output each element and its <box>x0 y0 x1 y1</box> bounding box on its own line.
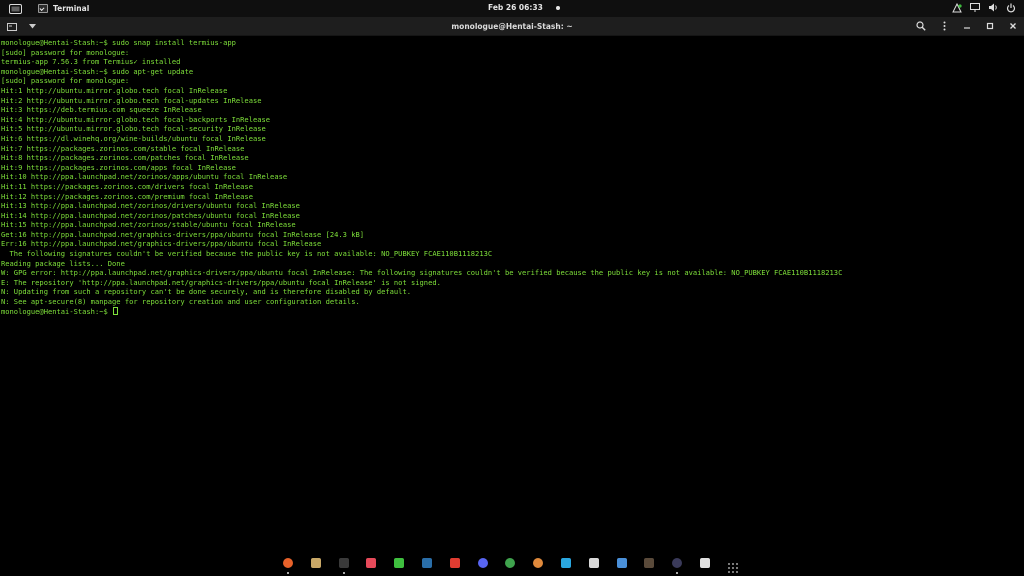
globe-icon[interactable] <box>502 555 518 571</box>
terminal-line: Hit:4 http://ubuntu.mirror.globo.tech fo… <box>1 114 271 124</box>
terminal-line: Hit:6 https://dl.winehq.org/wine-builds/… <box>1 133 266 143</box>
editor-glyph <box>560 558 571 568</box>
prompt-line[interactable]: monologue@Hentai-Stash:~$ <box>1 306 1024 317</box>
dock <box>280 554 741 574</box>
globe-glyph <box>505 558 516 568</box>
anydesk-glyph <box>449 558 460 568</box>
terminal-line: Hit:2 http://ubuntu.mirror.globo.tech fo… <box>1 95 262 105</box>
app-name: Terminal <box>53 4 90 13</box>
new-tab-icon[interactable] <box>7 21 17 31</box>
software-store-icon[interactable] <box>363 555 379 571</box>
terminal-line: E: The repository 'http://ppa.launchpad.… <box>1 277 441 287</box>
terminal-glyph <box>338 558 349 568</box>
terminal-line: Err:16 http://ppa.launchpad.net/graphics… <box>1 239 322 249</box>
terminal-line: [sudo] password for monologue: <box>1 76 130 86</box>
terminal-line: termius-app 7.56.3 from Termius✓ install… <box>1 57 181 67</box>
firefox-glyph <box>283 558 293 568</box>
running-indicator <box>342 572 345 574</box>
volume-icon[interactable] <box>988 2 998 13</box>
game-glyph <box>644 558 655 568</box>
pizza-icon[interactable] <box>530 555 546 571</box>
steam-icon[interactable] <box>419 555 435 571</box>
terminal-line: Hit:3 https://deb.termius.com squeeze In… <box>1 105 202 115</box>
terminal-line: Hit:11 https://packages.zorinos.com/driv… <box>1 181 253 191</box>
maximize-icon[interactable] <box>985 21 995 31</box>
game-icon[interactable] <box>641 555 657 571</box>
software-store-glyph <box>366 558 377 568</box>
activities-icon[interactable] <box>6 2 24 16</box>
menu-kebab-icon[interactable] <box>939 21 949 31</box>
files-glyph <box>310 558 321 568</box>
terminal-line: Hit:14 http://ppa.launchpad.net/zorinos/… <box>1 210 300 220</box>
terminal-line: monologue@Hentai-Stash:~$ sudo apt-get u… <box>1 66 194 76</box>
search-icon[interactable] <box>916 21 926 31</box>
updates-icon[interactable] <box>952 2 962 13</box>
files-icon[interactable] <box>308 555 324 571</box>
terminal-line: Reading package lists... Done <box>1 258 125 268</box>
terminal-line: N: See apt-secure(8) manpage for reposit… <box>1 297 360 307</box>
discord-glyph <box>477 558 488 568</box>
running-indicator <box>287 572 289 574</box>
terminal-lines: monologue@Hentai-Stash:~$ sudo snap inst… <box>1 38 1024 307</box>
chevron-down-icon[interactable] <box>27 21 37 31</box>
terminal-header-bar: monologue@Hentai-Stash: ~ <box>0 17 1024 36</box>
running-indicator <box>676 572 679 574</box>
app-grid-glyph <box>727 558 738 573</box>
terminal-output[interactable]: monologue@Hentai-Stash:~$ sudo snap inst… <box>0 37 1024 547</box>
prompt-text: monologue@Hentai-Stash:~$ <box>1 306 113 316</box>
terminal-line: N: Updating from such a repository can't… <box>1 287 411 297</box>
terminal-line: W: GPG error: http://ppa.launchpad.net/g… <box>1 268 843 278</box>
terminal-app-icon <box>38 4 48 13</box>
terminal-line: Hit:5 http://ubuntu.mirror.globo.tech fo… <box>1 124 266 134</box>
terminal-line: Hit:9 https://packages.zorinos.com/apps … <box>1 162 236 172</box>
pizza-glyph <box>533 558 544 568</box>
app-grid-icon[interactable] <box>725 555 741 573</box>
terminal-line: Hit:1 http://ubuntu.mirror.globo.tech fo… <box>1 85 228 95</box>
terminal-line: Hit:13 http://ppa.launchpad.net/zorinos/… <box>1 201 300 211</box>
clock-text: Feb 26 06:33 <box>488 3 543 12</box>
editor-icon[interactable] <box>558 555 574 571</box>
obs-icon[interactable] <box>669 555 685 574</box>
firefox-icon[interactable] <box>280 555 296 574</box>
discord-icon[interactable] <box>475 555 491 571</box>
top-panel: Terminal Feb 26 06:33 <box>0 0 1024 17</box>
terminal-line: Hit:8 https://packages.zorinos.com/patch… <box>1 153 249 163</box>
lock-glyph <box>394 558 405 568</box>
terminal-line: Hit:7 https://packages.zorinos.com/stabl… <box>1 143 245 153</box>
trash-icon[interactable] <box>697 555 713 571</box>
terminal-line: Hit:10 http://ppa.launchpad.net/zorinos/… <box>1 172 288 182</box>
app-menu[interactable]: Terminal <box>38 4 89 13</box>
clock[interactable]: Feb 26 06:33 <box>488 3 560 12</box>
terminal-icon[interactable] <box>336 555 352 574</box>
display-icon[interactable] <box>970 2 980 13</box>
steam-glyph <box>421 558 432 568</box>
minimize-icon[interactable] <box>962 21 972 31</box>
terminal-line: The following signatures couldn't be ver… <box>1 249 493 259</box>
terminal-line: Get:16 http://ppa.launchpad.net/graphics… <box>1 229 365 239</box>
terminal-title: monologue@Hentai-Stash: ~ <box>451 21 573 31</box>
terminal-line: Hit:15 http://ppa.launchpad.net/zorinos/… <box>1 220 296 230</box>
finder-glyph <box>616 558 627 568</box>
terminal-line: monologue@Hentai-Stash:~$ sudo snap inst… <box>1 38 236 47</box>
obs-glyph <box>672 558 683 568</box>
close-icon[interactable] <box>1008 21 1018 31</box>
lock-icon[interactable] <box>391 555 407 571</box>
anydesk-icon[interactable] <box>447 555 463 571</box>
terminal-line: Hit:12 https://packages.zorinos.com/prem… <box>1 191 253 201</box>
terminal-line: [sudo] password for monologue: <box>1 47 130 57</box>
text-cursor <box>113 306 118 315</box>
screen-recorder-icon[interactable] <box>586 555 602 571</box>
screen-recorder-glyph <box>588 558 599 568</box>
trash-glyph <box>699 558 710 568</box>
notification-dot-icon <box>555 5 560 10</box>
finder-icon[interactable] <box>614 555 630 571</box>
power-icon[interactable] <box>1006 2 1016 13</box>
